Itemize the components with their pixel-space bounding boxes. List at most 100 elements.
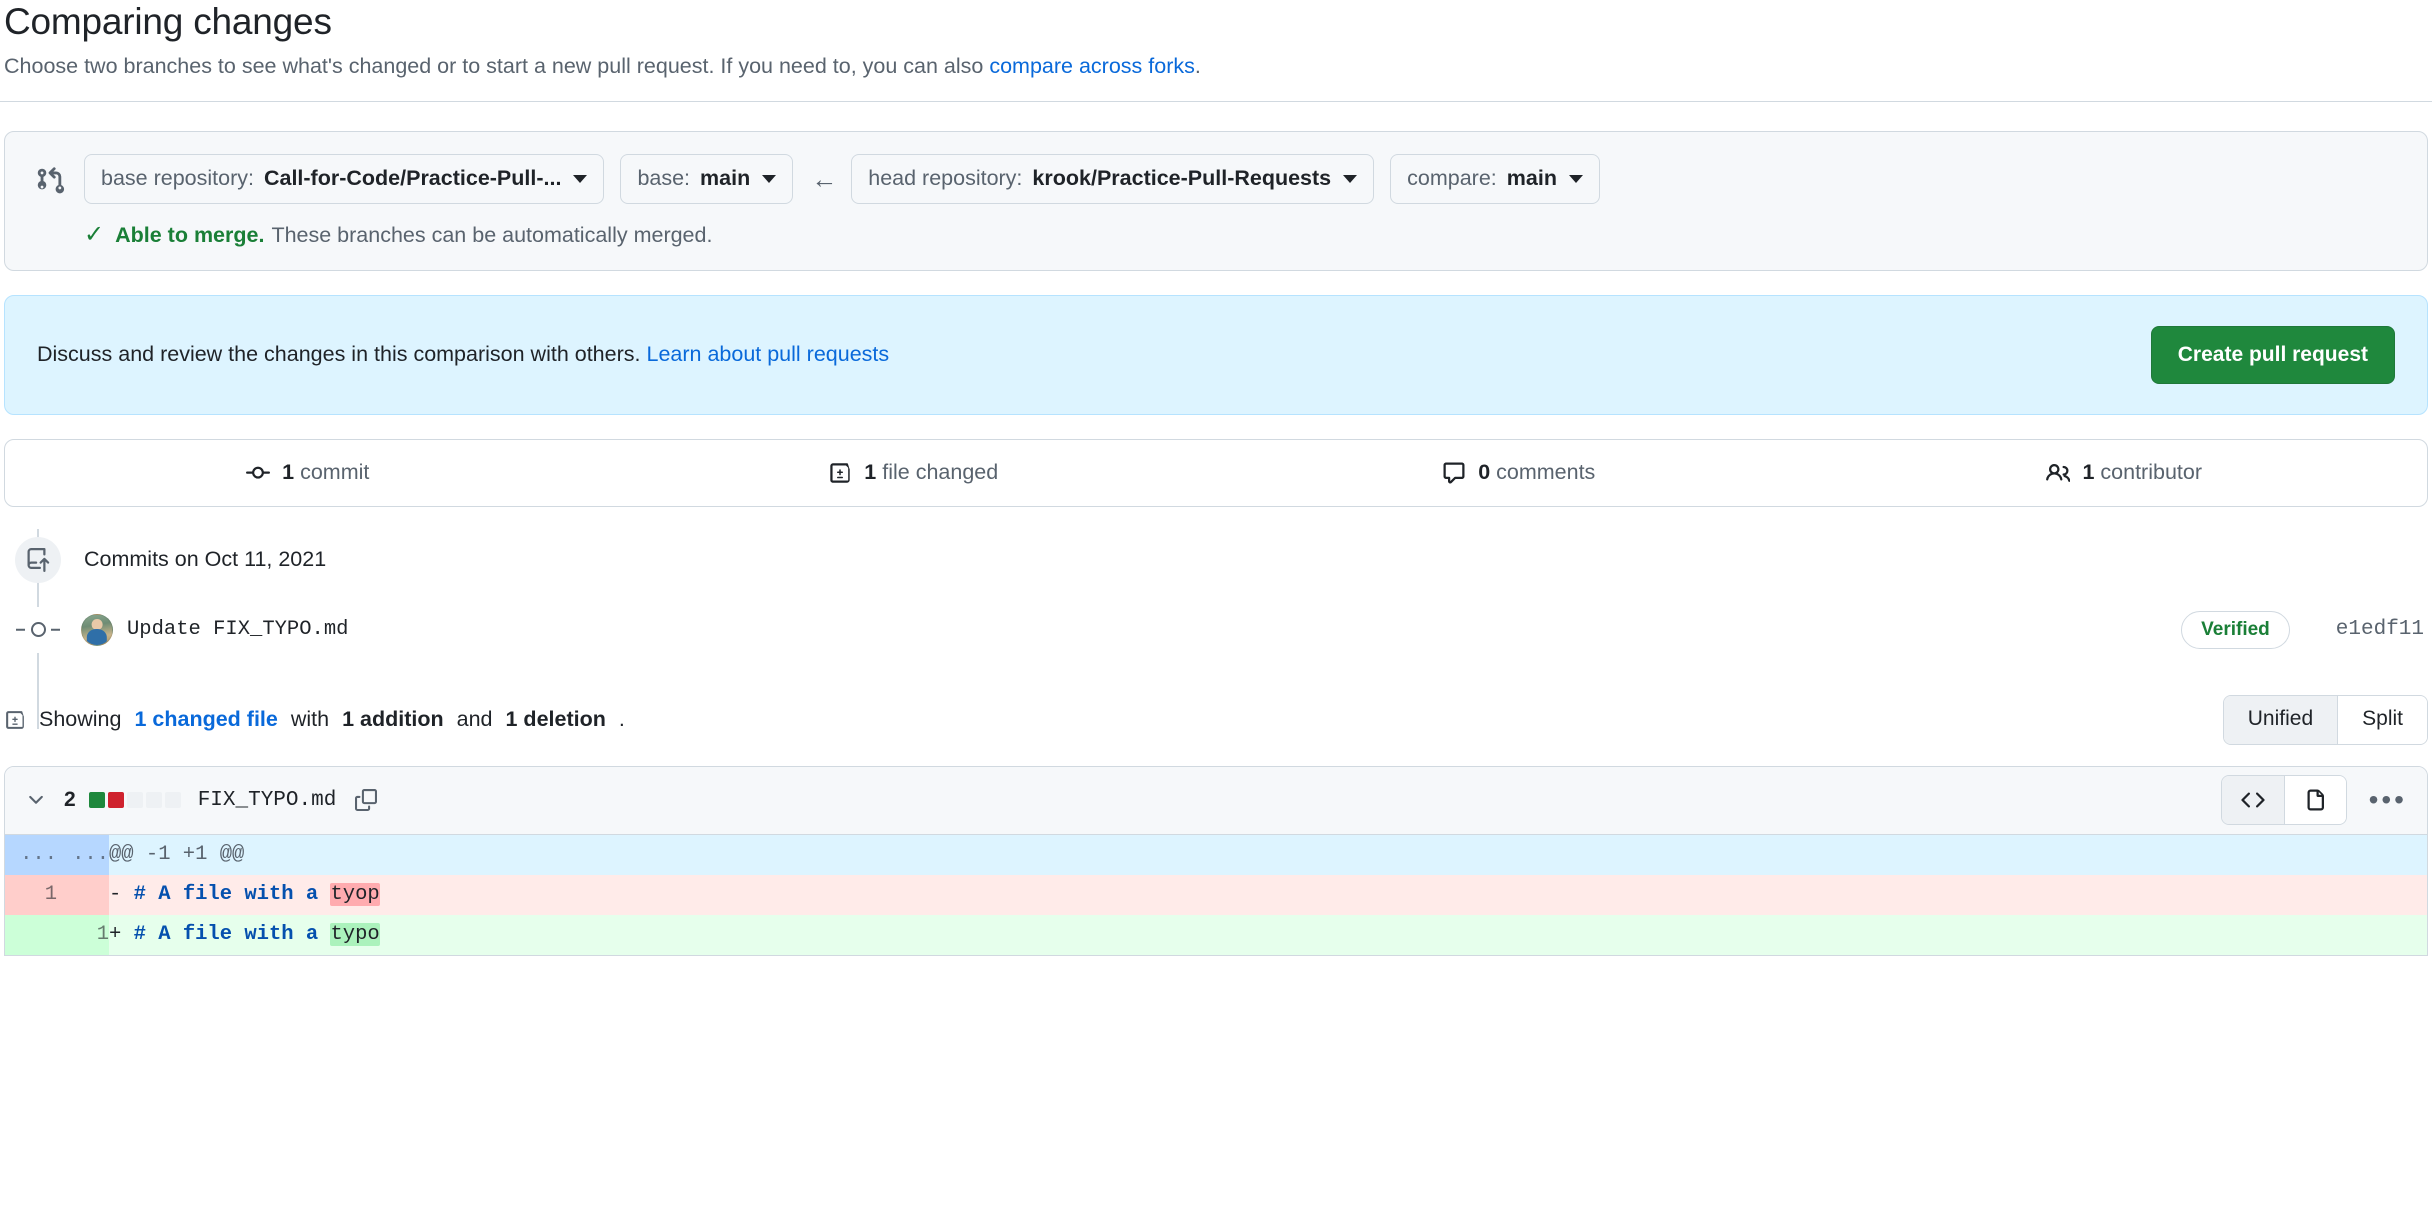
commit-meta: Verified e1edf11 [2181, 611, 2428, 649]
file-icon[interactable] [2284, 776, 2346, 824]
changed-file-link[interactable]: 1 changed file [134, 707, 277, 732]
pull-request-banner: Discuss and review the changes in this c… [4, 295, 2428, 415]
status-badge[interactable]: Verified [2181, 611, 2290, 649]
banner-text-block: Discuss and review the changes in this c… [37, 342, 889, 367]
stat-commits-text: 1 commit [282, 460, 369, 485]
base-repository-label: base repository: [101, 166, 254, 191]
copy-icon[interactable] [355, 789, 377, 811]
base-repository-selector[interactable]: base repository: Call-for-Code/Practice-… [84, 154, 604, 204]
stat-comments-text: 0 comments [1478, 460, 1595, 485]
showing-files-row: Showing 1 changed file with 1 addition a… [4, 695, 2428, 745]
commits-date-heading: Commits on Oct 11, 2021 [84, 547, 326, 572]
diff-stats-bar: 1 commit 1 file changed 0 comments 1 con… [4, 439, 2428, 507]
showing-deletions: 1 deletion [506, 707, 606, 732]
diff-file-view-toggle [2221, 775, 2347, 825]
stat-contributors-count: 1 [2082, 460, 2094, 484]
code-icon[interactable] [2222, 776, 2284, 824]
diffstat-block-addition [89, 792, 105, 808]
diff-marker: - [109, 883, 121, 906]
hunk-marker-old[interactable]: ... [5, 835, 57, 875]
base-branch-selector[interactable]: base: main [620, 154, 793, 204]
base-branch-label: base: [637, 166, 690, 191]
diff-view-mode-toggle: Unified Split [2223, 695, 2428, 745]
avatar[interactable] [81, 614, 113, 646]
view-mode-split-button[interactable]: Split [2337, 696, 2427, 744]
line-number-new[interactable] [57, 875, 109, 915]
stat-files-changed[interactable]: 1 file changed [611, 460, 1217, 485]
showing-prefix: Showing [39, 707, 121, 732]
diff-code-prefix: # A file with a [134, 923, 331, 946]
chevron-down-icon [1569, 175, 1583, 183]
comparing-changes-page: Comparing changes Choose two branches to… [0, 0, 2432, 1205]
create-pull-request-button[interactable]: Create pull request [2151, 326, 2395, 384]
stat-files-text: 1 file changed [864, 460, 998, 485]
compare-branch-selector[interactable]: compare: main [1390, 154, 1600, 204]
commit-sha[interactable]: e1edf11 [2336, 618, 2424, 641]
hunk-marker-new[interactable]: ... [57, 835, 109, 875]
head-repository-selector[interactable]: head repository: krook/Practice-Pull-Req… [851, 154, 1374, 204]
diff-code-prefix: # A file with a [134, 883, 331, 906]
stat-contributors-text: 1 contributor [2082, 460, 2202, 485]
arrow-left-icon: ← [811, 166, 837, 192]
hunk-header-text: @@ -1 +1 @@ [109, 835, 2427, 875]
diff-file-header: 2 FIX_TYPO.md [5, 767, 2427, 835]
commits-timeline: Commits on Oct 11, 2021 Update FIX_TYPO.… [4, 529, 2428, 669]
diff-marker: + [109, 923, 121, 946]
banner-text: Discuss and review the changes in this c… [37, 342, 640, 366]
diff-changed-lines-count: 2 [64, 788, 76, 812]
comment-icon [1442, 461, 1466, 485]
merge-detail-text: These branches can be automatically merg… [271, 223, 712, 248]
subtitle-text-before: Choose two branches to see what's change… [4, 54, 989, 78]
stat-comments-count: 0 [1478, 460, 1490, 484]
page-subtitle: Choose two branches to see what's change… [4, 50, 2428, 100]
showing-additions: 1 addition [342, 707, 444, 732]
chevron-down-icon[interactable] [25, 789, 47, 811]
file-diff-icon [828, 461, 852, 485]
stat-files-label: file changed [882, 460, 998, 484]
stat-commits-label: commit [300, 460, 369, 484]
diff-line-content: + # A file with a typo [109, 915, 2427, 955]
base-branch-value: main [700, 166, 750, 191]
branch-compare-box: base repository: Call-for-Code/Practice-… [4, 131, 2428, 271]
merge-status-text: Able to merge. [115, 223, 264, 248]
line-number-old[interactable] [5, 915, 57, 955]
compare-across-forks-link[interactable]: compare across forks [989, 54, 1195, 78]
showing-middle: with [291, 707, 329, 732]
diff-word-highlight: typo [330, 923, 379, 946]
diff-file-actions: ••• [2221, 775, 2407, 825]
page-title: Comparing changes [4, 0, 2428, 50]
stat-commits-count: 1 [282, 460, 294, 484]
view-mode-unified-button[interactable]: Unified [2224, 696, 2337, 744]
page-header: Comparing changes Choose two branches to… [0, 0, 2432, 101]
git-compare-icon[interactable] [33, 162, 67, 196]
file-diff-icon [4, 709, 26, 731]
stat-commits[interactable]: 1 commit [5, 460, 611, 485]
subtitle-text-after: . [1195, 54, 1201, 78]
chevron-down-icon [762, 175, 776, 183]
diffstat-block-neutral [165, 792, 181, 808]
learn-about-pull-requests-link[interactable]: Learn about pull requests [646, 342, 889, 366]
showing-suffix: . [619, 707, 625, 732]
chevron-down-icon [1343, 175, 1357, 183]
line-number-new[interactable]: 1 [57, 915, 109, 955]
diff-table: ... ... @@ -1 +1 @@ 1 - # A file with a … [5, 835, 2427, 955]
line-number-old[interactable]: 1 [5, 875, 57, 915]
stat-comments-label: comments [1496, 460, 1595, 484]
stat-contributors[interactable]: 1 contributor [1822, 460, 2428, 485]
diff-file-name[interactable]: FIX_TYPO.md [198, 789, 337, 812]
repo-push-icon [15, 537, 61, 583]
diff-file: 2 FIX_TYPO.md [4, 766, 2428, 956]
stat-comments[interactable]: 0 comments [1216, 460, 1822, 485]
kebab-horizontal-icon[interactable]: ••• [2369, 786, 2407, 814]
chevron-down-icon [573, 175, 587, 183]
commit-message[interactable]: Update FIX_TYPO.md [127, 618, 348, 641]
diff-word-highlight: tyop [330, 883, 379, 906]
showing-summary: Showing 1 changed file with 1 addition a… [4, 707, 625, 732]
branch-selector-row: base repository: Call-for-Code/Practice-… [33, 154, 2399, 204]
head-repository-label: head repository: [868, 166, 1022, 191]
commit-dot-icon [15, 607, 61, 653]
diffstat-blocks [89, 792, 181, 808]
diff-row-addition: 1 + # A file with a typo [5, 915, 2427, 955]
people-icon [2046, 461, 2070, 485]
commits-date-heading-row: Commits on Oct 11, 2021 [4, 529, 2428, 591]
